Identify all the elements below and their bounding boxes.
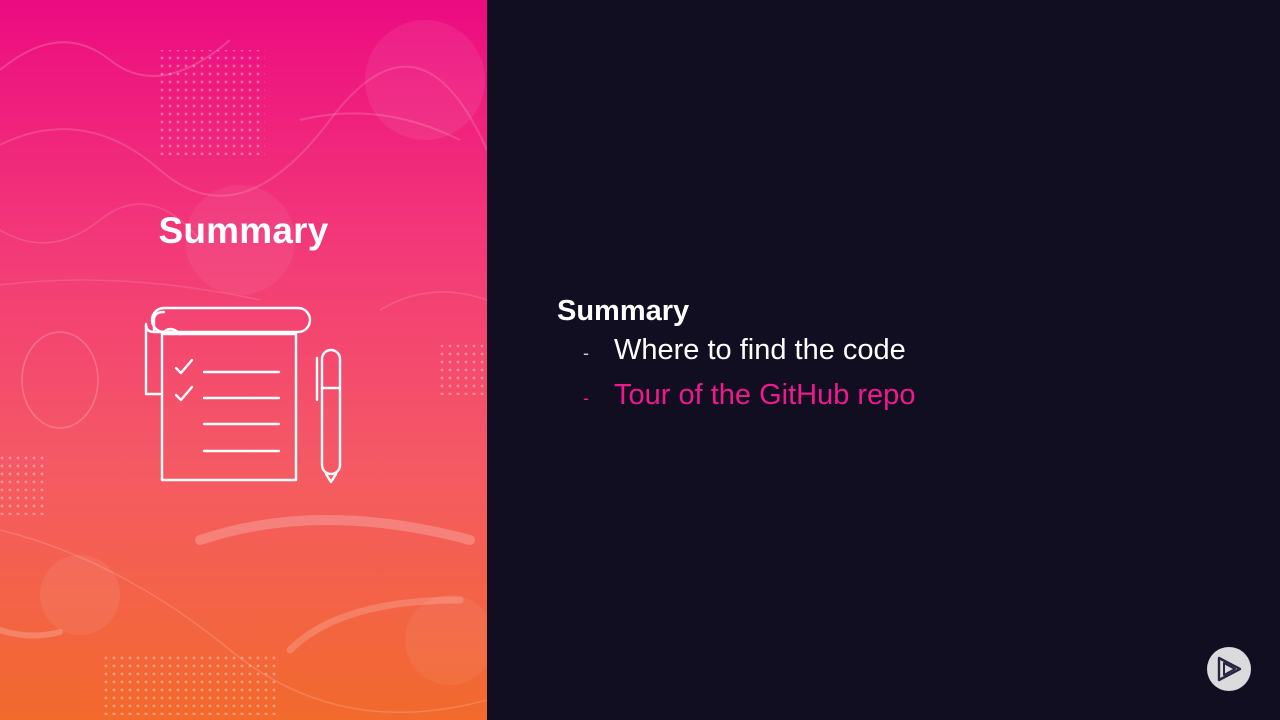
list-item-active: - Tour of the GitHub repo [557, 379, 915, 424]
play-logo-icon [1207, 647, 1251, 691]
panel-title: Summary [158, 210, 329, 251]
summary-content: Summary - Where to find the code - Tour … [557, 295, 915, 424]
list-item-text: Where to find the code [614, 334, 906, 366]
bullet-dash: - [583, 343, 589, 363]
bullet-dash: - [583, 388, 589, 408]
list-item-text: Tour of the GitHub repo [614, 379, 916, 411]
title-panel: Summary [0, 0, 487, 720]
notepad-checklist-icon [144, 306, 342, 484]
summary-heading: Summary [557, 295, 690, 327]
list-item: - Where to find the code [557, 334, 915, 379]
summary-list: - Where to find the code - Tour of the G… [557, 334, 915, 424]
